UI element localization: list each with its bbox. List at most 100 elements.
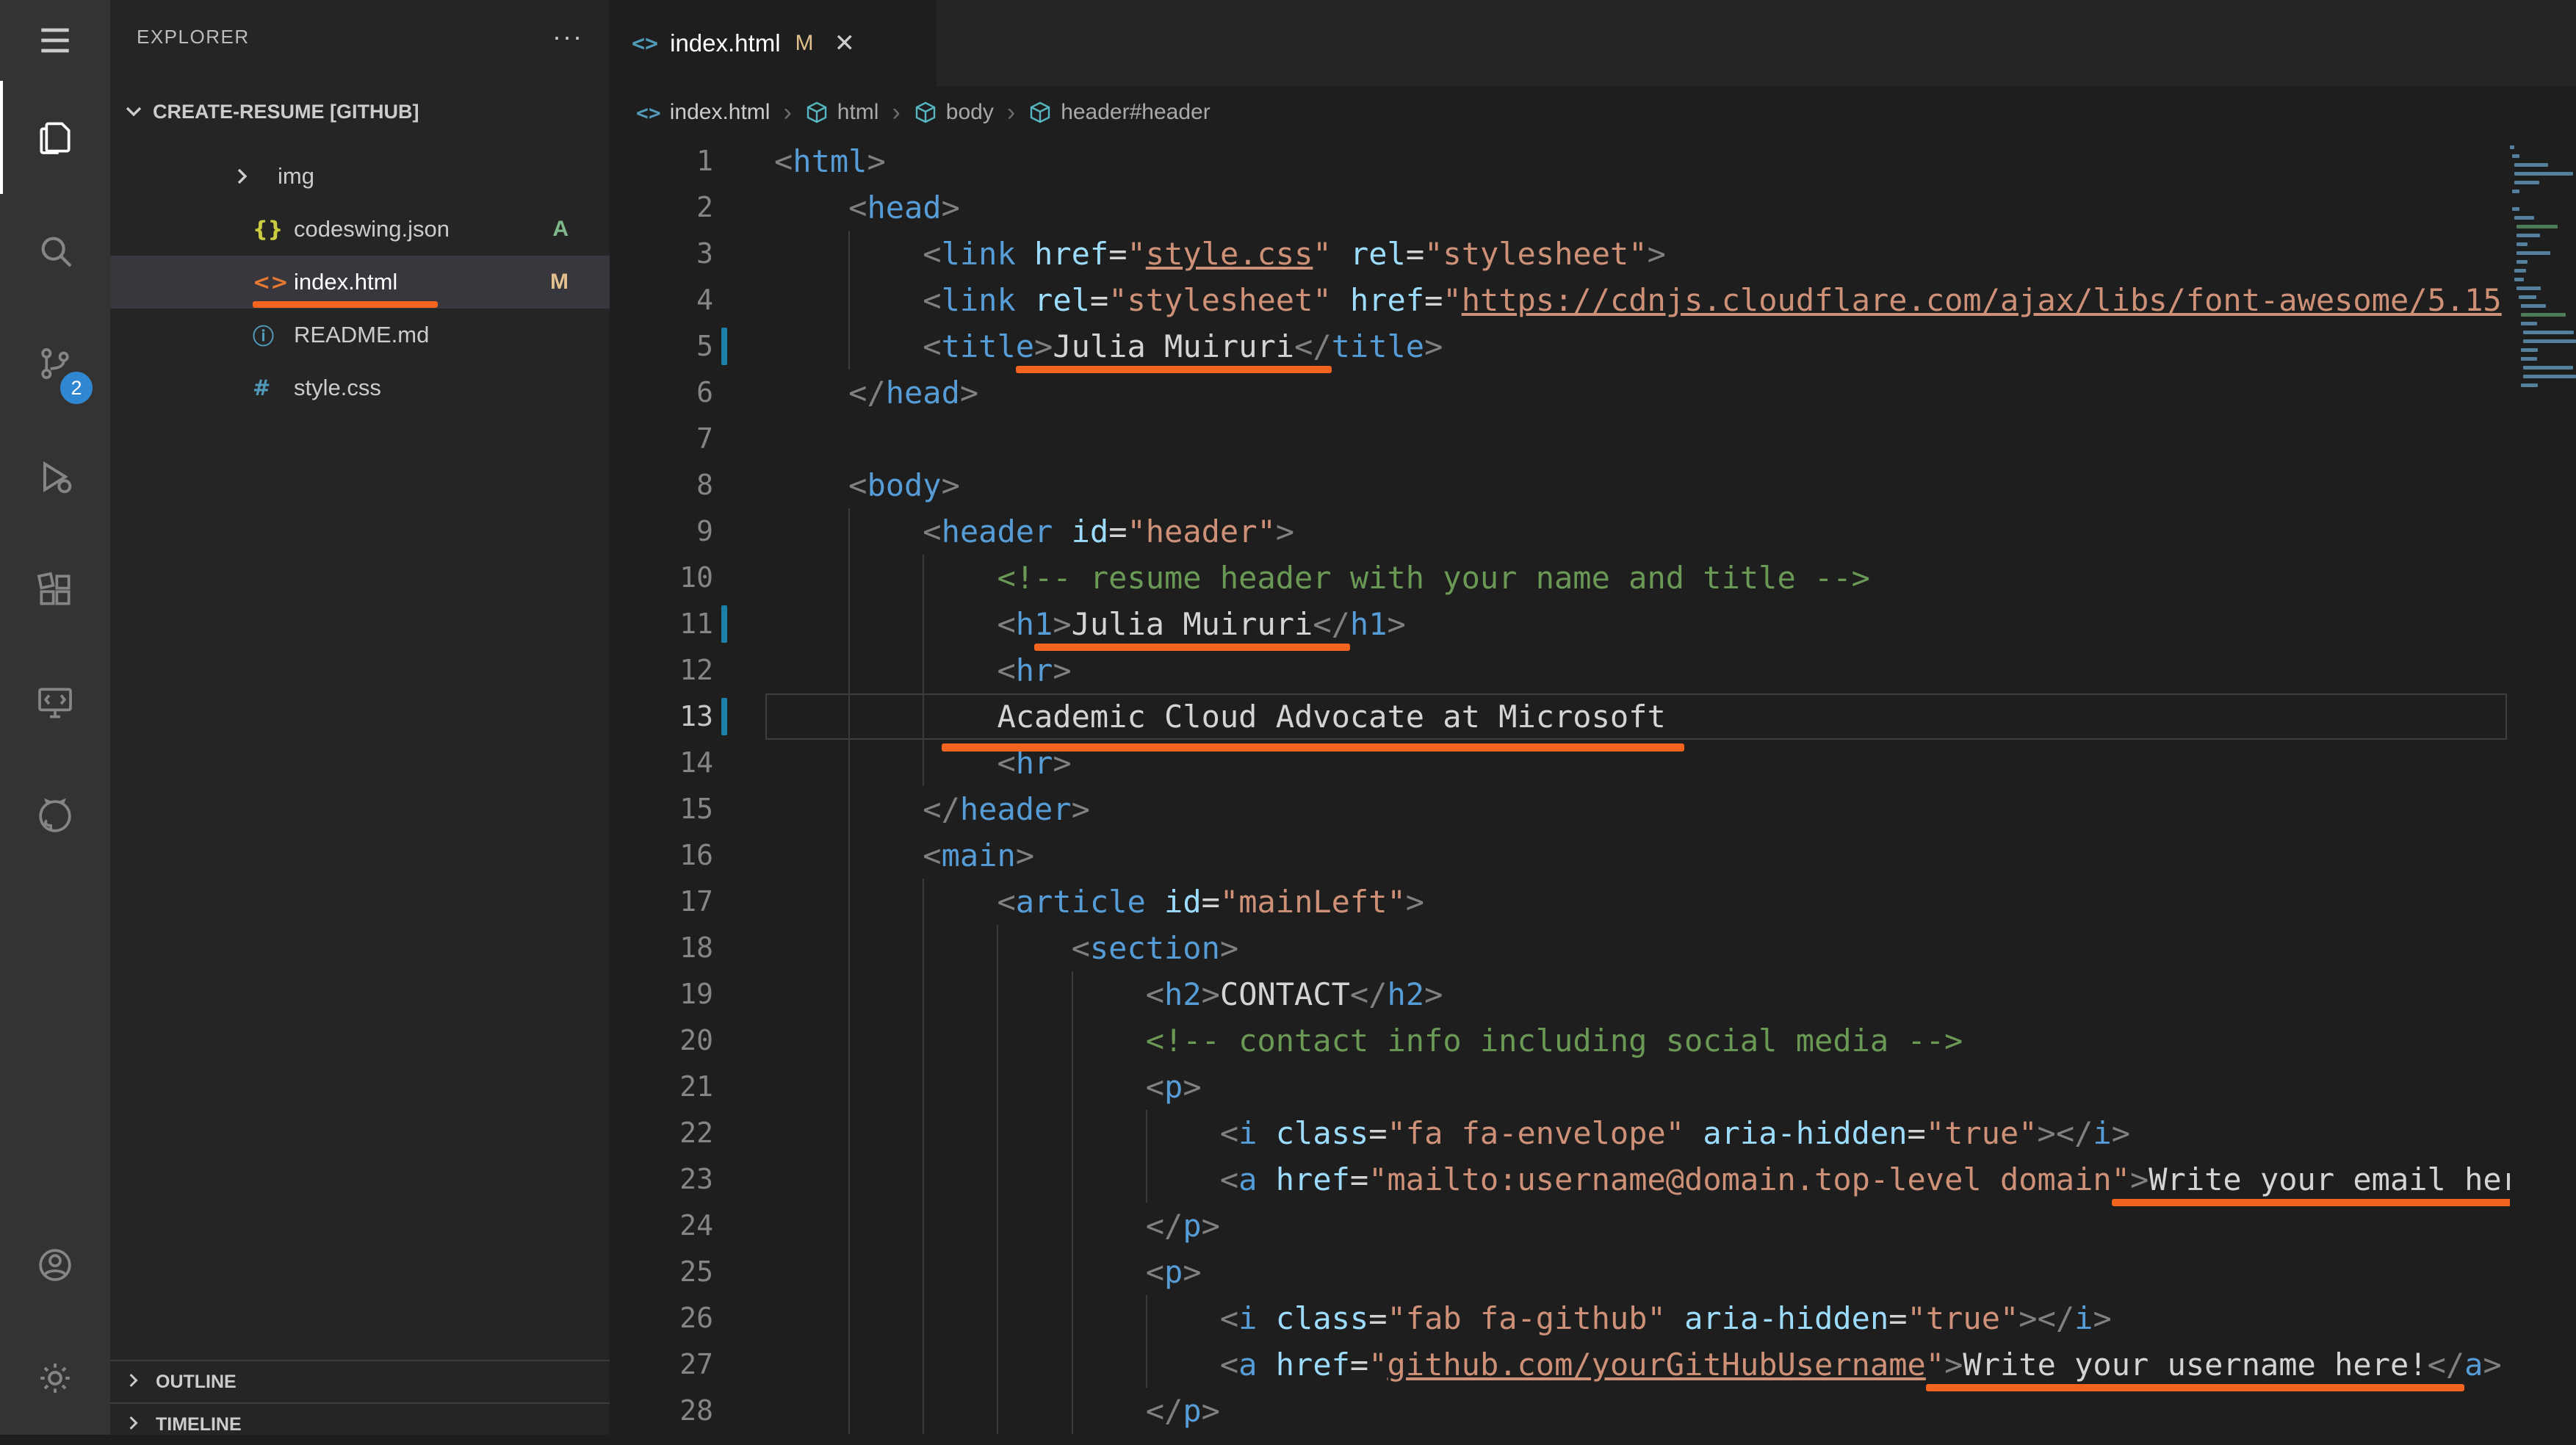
indent-guide (1072, 1249, 1073, 1295)
close-icon[interactable]: ✕ (834, 29, 856, 58)
breadcrumb-item-index.html[interactable]: <>index.html (636, 100, 770, 125)
indent-guide (923, 1017, 924, 1064)
file-label: codeswing.json (294, 216, 450, 242)
code-line-27[interactable]: 27 <a href="github.com/yourGitHubUsernam… (610, 1341, 2510, 1388)
outline-section-header[interactable]: OUTLINE (110, 1360, 610, 1402)
line-number: 9 (610, 508, 713, 555)
code-line-4[interactable]: 4 <link rel="stylesheet" href="https://c… (610, 277, 2510, 323)
extensions-icon[interactable] (0, 533, 110, 646)
code-line-22[interactable]: 22 <i class="fa fa-envelope" aria-hidden… (610, 1110, 2510, 1156)
indent-guide (997, 1064, 998, 1110)
breadcrumb: <>index.html›html›body›header#header (610, 87, 2576, 138)
code-line-7[interactable]: 7 (610, 416, 2510, 462)
code-line-12[interactable]: 12 <hr> (610, 647, 2510, 693)
code-line-5[interactable]: 5 <title>Julia Muiruri</title> (610, 323, 2510, 370)
chevron-right-icon (123, 1370, 147, 1394)
minimap[interactable] (2510, 138, 2576, 1435)
timeline-section-header[interactable]: TIMELINE (110, 1402, 610, 1445)
code-line-8[interactable]: 8 <body> (610, 462, 2510, 508)
file-tree-item-README.md[interactable]: ⓘREADME.md (110, 309, 610, 361)
code-line-25[interactable]: 25 <p> (610, 1249, 2510, 1295)
modified-line-marker (721, 605, 727, 643)
explorer-icon[interactable] (0, 81, 110, 194)
indent-guide (997, 1388, 998, 1434)
editor-group: <> index.html M ✕ <>index.html › html › body… (610, 0, 2576, 1435)
workspace-section-header[interactable]: CREATE-RESUME [GITHUB] (110, 85, 610, 138)
indent-guide (997, 925, 998, 971)
breadcrumb-item-header#header[interactable]: header#header (1028, 100, 1211, 125)
account-icon[interactable] (0, 1208, 110, 1322)
line-number: 24 (610, 1203, 713, 1249)
code-line-13[interactable]: 13 Academic Cloud Advocate at Microsoft (610, 693, 2510, 740)
tab-index-html[interactable]: <> index.html M ✕ (610, 0, 937, 87)
remote-explorer-icon[interactable] (0, 646, 110, 760)
github-icon[interactable] (0, 760, 110, 873)
line-number: 18 (610, 925, 713, 971)
chevron-right-icon (123, 1413, 147, 1436)
code-line-15[interactable]: 15 </header> (610, 786, 2510, 832)
code-line-23[interactable]: 23 <a href="mailto:username@domain.top-l… (610, 1156, 2510, 1203)
indent-guide (1072, 1156, 1073, 1203)
code-editor[interactable]: 1<html>2 <head>3 <link href="style.css" … (610, 138, 2576, 1435)
file-label: style.css (294, 375, 381, 401)
file-tree-item-img[interactable]: img (110, 150, 610, 203)
run-debug-icon[interactable] (0, 420, 110, 533)
indent-guide (923, 693, 924, 740)
indent-guide (848, 925, 850, 971)
code-line-2[interactable]: 2 <head> (610, 184, 2510, 231)
more-actions-icon[interactable]: ··· (552, 21, 583, 52)
code-line-1[interactable]: 1<html> (610, 138, 2510, 184)
indent-guide (997, 1156, 998, 1203)
indent-guide (1072, 1341, 1073, 1388)
search-icon[interactable] (0, 194, 110, 307)
chevron-right-icon: › (783, 98, 791, 127)
indent-guide (997, 1203, 998, 1249)
line-number: 10 (610, 555, 713, 601)
indent-guide (848, 508, 850, 555)
html-file-icon: <> (253, 270, 289, 295)
code-line-11[interactable]: 11 <h1>Julia Muiruri</h1> (610, 601, 2510, 647)
settings-gear-icon[interactable] (0, 1322, 110, 1435)
line-number: 2 (610, 184, 713, 231)
code-line-10[interactable]: 10 <!-- resume header with your name and… (610, 555, 2510, 601)
indent-guide (997, 1110, 998, 1156)
code-line-16[interactable]: 16 <main> (610, 832, 2510, 879)
indent-guide (848, 277, 850, 323)
code-line-17[interactable]: 17 <article id="mainLeft"> (610, 879, 2510, 925)
chevron-right-icon: › (892, 98, 900, 127)
breadcrumb-item-body[interactable]: body (914, 100, 994, 125)
line-number: 13 (610, 693, 713, 740)
code-line-21[interactable]: 21 <p> (610, 1064, 2510, 1110)
indent-guide (848, 832, 850, 879)
code-line-26[interactable]: 26 <i class="fab fa-github" aria-hidden=… (610, 1295, 2510, 1341)
indent-guide (1072, 1388, 1073, 1434)
modified-line-marker (721, 698, 727, 735)
indent-guide (1146, 1110, 1147, 1156)
tab-bar: <> index.html M ✕ (610, 0, 2576, 87)
code-line-20[interactable]: 20 <!-- contact info including social me… (610, 1017, 2510, 1064)
code-line-9[interactable]: 9 <header id="header"> (610, 508, 2510, 555)
indent-guide (848, 879, 850, 925)
file-label: img (278, 163, 314, 190)
line-number: 6 (610, 370, 713, 416)
file-tree-item-index.html[interactable]: <>index.htmlM (110, 256, 610, 309)
file-tree-item-codeswing.json[interactable]: {}codeswing.jsonA (110, 203, 610, 256)
symbol-cube-icon (805, 101, 829, 124)
indent-guide (1072, 1064, 1073, 1110)
code-line-6[interactable]: 6 </head> (610, 370, 2510, 416)
indent-guide (923, 1295, 924, 1341)
sidebar-title: EXPLORER (137, 26, 250, 48)
code-line-24[interactable]: 24 </p> (610, 1203, 2510, 1249)
file-tree-item-style.css[interactable]: #style.css (110, 361, 610, 414)
code-line-3[interactable]: 3 <link href="style.css" rel="stylesheet… (610, 231, 2510, 277)
source-control-icon[interactable]: 2 (0, 307, 110, 420)
code-line-18[interactable]: 18 <section> (610, 925, 2510, 971)
line-number: 12 (610, 647, 713, 693)
menu-icon[interactable] (0, 0, 110, 81)
code-line-19[interactable]: 19 <h2>CONTACT</h2> (610, 971, 2510, 1017)
indent-guide (923, 879, 924, 925)
code-line-28[interactable]: 28 </p> (610, 1388, 2510, 1434)
indent-guide (997, 1249, 998, 1295)
indent-guide (923, 971, 924, 1017)
breadcrumb-item-html[interactable]: html (805, 100, 879, 125)
